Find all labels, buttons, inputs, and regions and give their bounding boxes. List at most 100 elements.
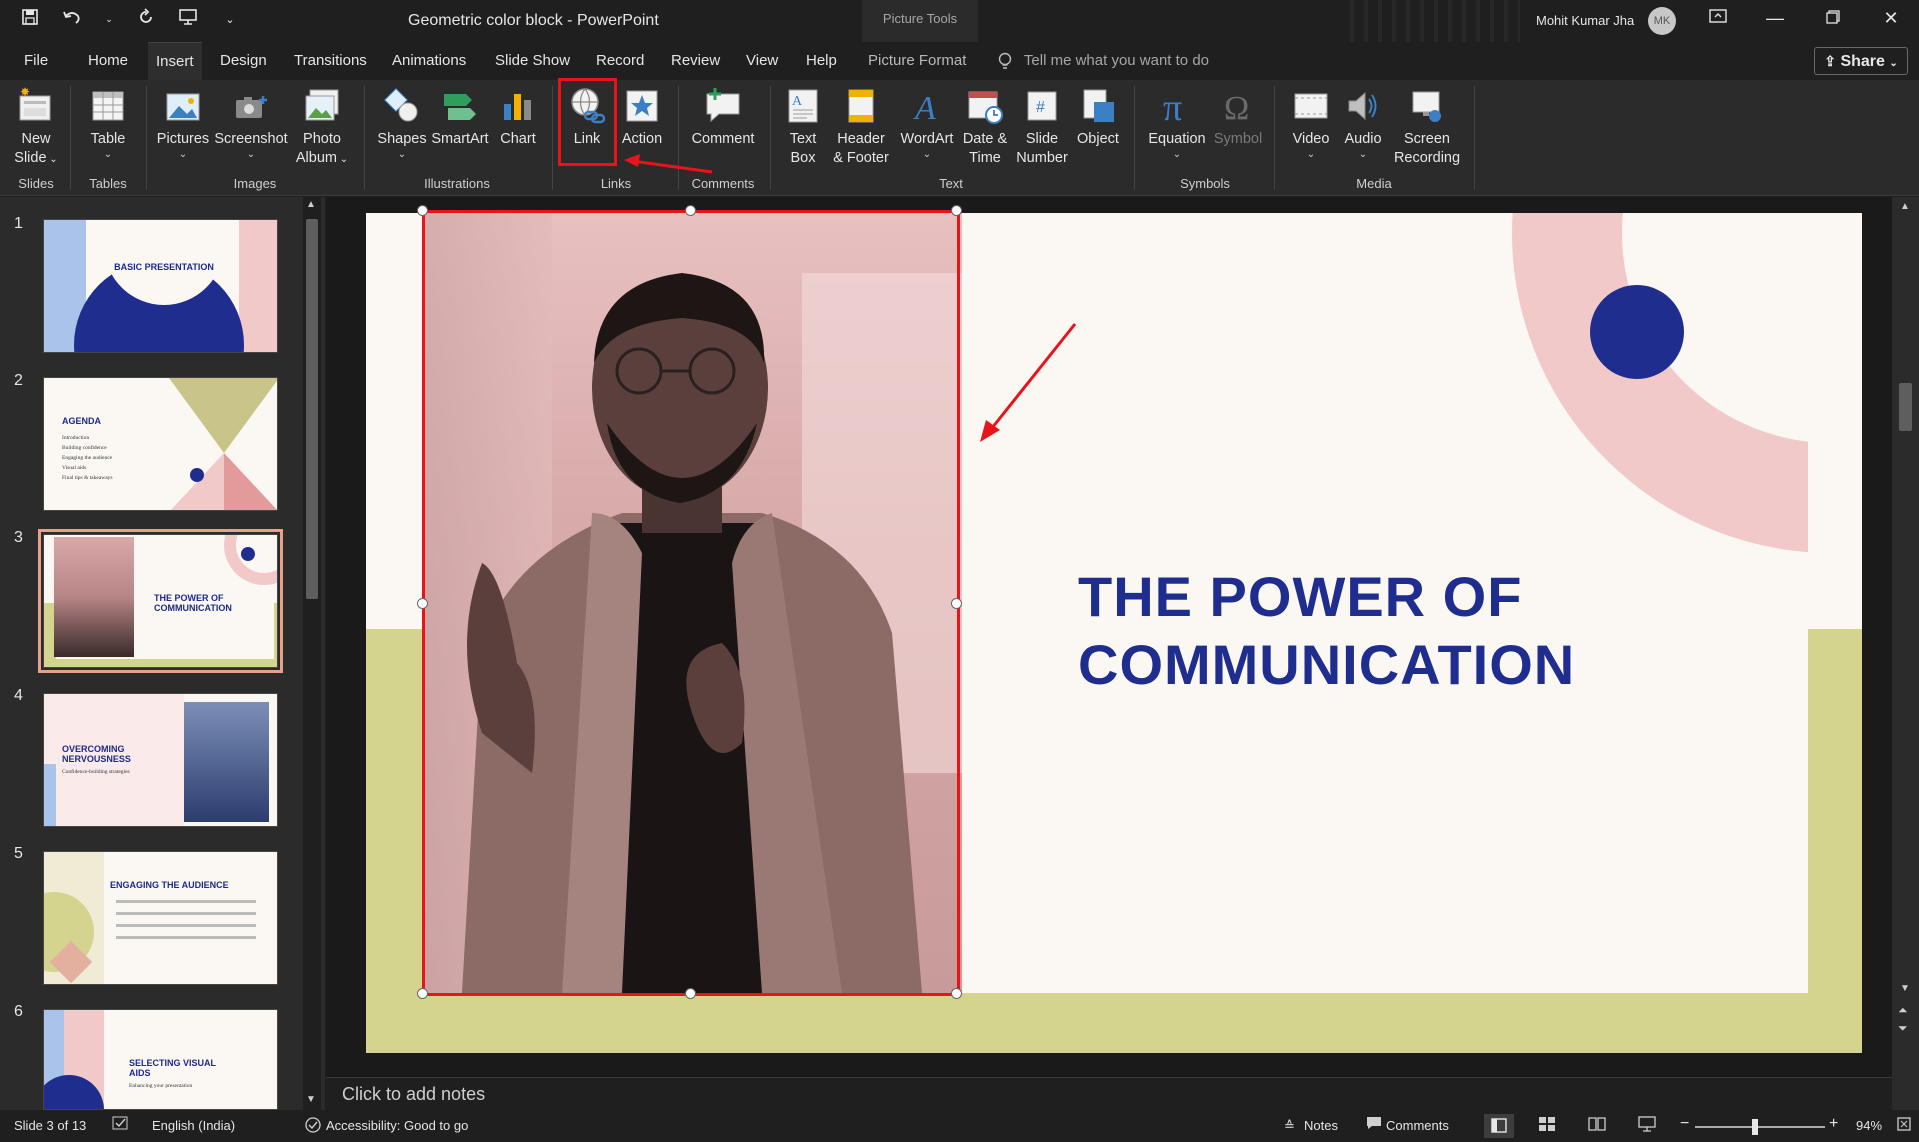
- equation-button[interactable]: π Equation ⌄: [1144, 86, 1210, 161]
- scroll-down-icon[interactable]: ▼: [306, 1094, 316, 1105]
- photo-album-button[interactable]: Photo Album ⌄: [290, 86, 354, 169]
- slide-scrollbar[interactable]: ▲ ▼ ⏶ ⏷: [1892, 197, 1919, 1110]
- normal-view-icon[interactable]: [1484, 1114, 1514, 1138]
- resize-handle[interactable]: [685, 988, 696, 999]
- tab-review[interactable]: Review: [663, 42, 728, 80]
- tab-animations[interactable]: Animations: [384, 42, 474, 80]
- slide-title[interactable]: THE POWER OF COMMUNICATION: [1078, 563, 1575, 699]
- comment-button[interactable]: Comment: [688, 86, 758, 149]
- video-button[interactable]: Video ⌄: [1284, 86, 1338, 161]
- table-label: Table: [90, 131, 126, 147]
- shapes-button[interactable]: Shapes ⌄: [374, 86, 430, 161]
- zoom-slider[interactable]: [1695, 1126, 1825, 1128]
- slide-thumbnail-6[interactable]: SELECTING VISUAL AIDS Enhancing your pre…: [43, 1009, 278, 1110]
- notes-placeholder[interactable]: Click to add notes: [342, 1084, 485, 1105]
- share-button[interactable]: ⇪ Share ⌄: [1814, 47, 1908, 75]
- spelling-check-icon[interactable]: [112, 1116, 130, 1135]
- tab-home[interactable]: Home: [80, 42, 136, 80]
- comments-icon[interactable]: [1366, 1116, 1382, 1133]
- ribbon-display-icon[interactable]: [1703, 8, 1733, 29]
- zoom-slider-knob[interactable]: [1752, 1119, 1758, 1135]
- next-slide-icon[interactable]: ⏷: [1898, 1021, 1908, 1035]
- header-footer-button[interactable]: Header & Footer: [828, 86, 894, 168]
- screen-recording-icon: [1412, 91, 1441, 122]
- language-indicator[interactable]: English (India): [152, 1118, 235, 1133]
- screenshot-button[interactable]: Screenshot ⌄: [212, 86, 290, 161]
- text-box-button[interactable]: A Text Box: [780, 86, 826, 168]
- tab-insert[interactable]: Insert: [148, 42, 202, 80]
- smartart-button[interactable]: SmartArt: [428, 86, 492, 149]
- chevron-down-icon[interactable]: ⌄: [104, 14, 114, 25]
- resize-handle[interactable]: [951, 988, 962, 999]
- slide-thumbnail-4[interactable]: OVERCOMING NERVOUSNESS Confidence-buildi…: [43, 693, 278, 827]
- scroll-up-icon[interactable]: ▲: [1900, 201, 1910, 212]
- scroll-thumb[interactable]: [1899, 383, 1912, 431]
- resize-handle[interactable]: [417, 598, 428, 609]
- restore-icon[interactable]: [1818, 8, 1848, 29]
- accessibility-icon[interactable]: [304, 1116, 322, 1137]
- slide-thumbnail-5[interactable]: ENGAGING THE AUDIENCE: [43, 851, 278, 985]
- annotation-arrow: [980, 323, 1077, 442]
- undo-icon[interactable]: [62, 8, 82, 31]
- object-button[interactable]: Object: [1074, 86, 1122, 149]
- tab-design[interactable]: Design: [212, 42, 275, 80]
- tell-me-search[interactable]: Tell me what you want to do: [998, 42, 1209, 80]
- header-footer-label-2: & Footer: [833, 150, 889, 166]
- tab-help[interactable]: Help: [798, 42, 845, 80]
- previous-slide-icon[interactable]: ⏶: [1898, 1003, 1908, 1017]
- scroll-down-icon[interactable]: ▼: [1900, 983, 1910, 994]
- resize-handle[interactable]: [417, 205, 428, 216]
- agenda-line: Final tips & takeaways: [62, 475, 113, 481]
- table-button[interactable]: Table ⌄: [80, 86, 136, 161]
- slide-number-button[interactable]: # Slide Number: [1012, 86, 1072, 168]
- redo-icon[interactable]: [136, 8, 156, 31]
- wordart-button[interactable]: A WordArt ⌄: [896, 86, 958, 161]
- date-time-button[interactable]: Date & Time: [958, 86, 1012, 168]
- comments-toggle-button[interactable]: Comments: [1386, 1118, 1449, 1133]
- tab-view[interactable]: View: [738, 42, 786, 80]
- fit-to-window-icon[interactable]: [1896, 1116, 1912, 1135]
- zoom-in-icon[interactable]: +: [1829, 1115, 1838, 1133]
- tab-slide-show[interactable]: Slide Show: [487, 42, 578, 80]
- notes-pane[interactable]: Click to add notes: [326, 1077, 1892, 1110]
- pictures-button[interactable]: Pictures ⌄: [156, 86, 210, 161]
- tab-record[interactable]: Record: [588, 42, 652, 80]
- slide-sorter-icon[interactable]: [1538, 1116, 1556, 1135]
- new-slide-button[interactable]: ✸ New Slide ⌄: [8, 86, 64, 169]
- avatar[interactable]: MK: [1648, 7, 1676, 35]
- user-name[interactable]: Mohit Kumar Jha: [1536, 13, 1634, 28]
- tab-file[interactable]: File: [16, 42, 56, 80]
- slide-thumbnail-1[interactable]: BASIC PRESENTATION: [43, 219, 278, 353]
- slideshow-view-icon[interactable]: [1638, 1116, 1656, 1135]
- scroll-thumb[interactable]: [306, 219, 318, 599]
- zoom-out-icon[interactable]: −: [1680, 1115, 1689, 1133]
- resize-handle[interactable]: [951, 205, 962, 216]
- close-icon[interactable]: ✕: [1876, 8, 1906, 29]
- audio-button[interactable]: Audio ⌄: [1338, 86, 1388, 161]
- scroll-up-icon[interactable]: ▲: [306, 199, 316, 210]
- notes-toggle-button[interactable]: Notes: [1304, 1118, 1338, 1133]
- notes-toggle-icon[interactable]: ≙: [1284, 1118, 1295, 1134]
- resize-handle[interactable]: [685, 205, 696, 216]
- symbol-button[interactable]: Ω Symbol: [1210, 86, 1266, 149]
- resize-handle[interactable]: [951, 598, 962, 609]
- accessibility-status[interactable]: Accessibility: Good to go: [326, 1118, 468, 1133]
- tab-picture-format[interactable]: Picture Format: [860, 42, 974, 80]
- present-icon[interactable]: [178, 8, 198, 31]
- customize-icon[interactable]: ⌄: [220, 13, 240, 26]
- minimize-icon[interactable]: —: [1760, 8, 1790, 29]
- thumbnail-scrollbar[interactable]: ▲ ▼: [303, 197, 321, 1110]
- right-olive: [1808, 629, 1862, 1053]
- tab-transitions[interactable]: Transitions: [286, 42, 375, 80]
- selected-picture-frame[interactable]: [422, 210, 960, 996]
- action-button[interactable]: Action: [614, 86, 670, 149]
- resize-handle[interactable]: [417, 988, 428, 999]
- save-icon[interactable]: [20, 8, 40, 31]
- chart-button[interactable]: Chart: [496, 86, 540, 149]
- slide-thumbnail-2[interactable]: AGENDA Introduction Building confidence …: [43, 377, 278, 511]
- screen-recording-button[interactable]: Screen Recording: [1390, 86, 1464, 168]
- reading-view-icon[interactable]: [1588, 1116, 1606, 1135]
- slide-thumbnail-3[interactable]: THE POWER OF COMMUNICATION: [38, 529, 283, 673]
- zoom-level[interactable]: 94%: [1856, 1118, 1882, 1133]
- right-edge: [1808, 213, 1862, 629]
